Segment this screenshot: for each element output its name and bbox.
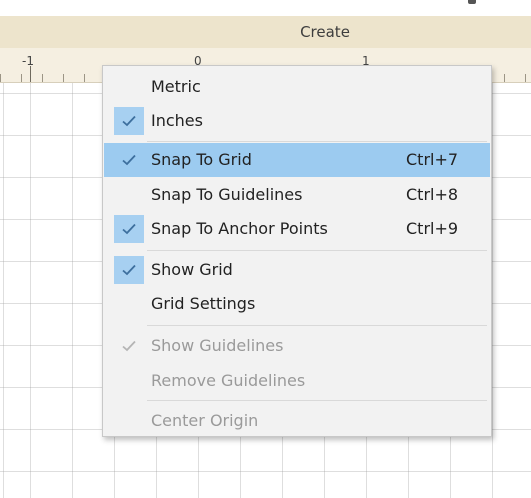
menu-item-inches[interactable]: Inches [104,104,490,138]
menu-item-label: Remove Guidelines [151,371,306,390]
menu-item-label: Show Grid [151,260,233,279]
checkmark-icon [114,215,144,243]
menu-item-show-grid[interactable]: Show Grid [104,253,490,287]
grid-context-menu: Metric Inches Snap To Grid Ctrl+7 Snap T… [102,65,492,437]
top-toolbar-strip [0,0,531,16]
menu-item-label: Metric [151,77,201,96]
checkmark-icon [114,107,144,135]
menu-item-snap-to-grid[interactable]: Snap To Grid Ctrl+7 [104,143,490,177]
menu-item-shortcut: Ctrl+8 [406,185,459,204]
checkmark-icon [114,143,144,177]
menu-item-grid-settings[interactable]: Grid Settings [104,287,490,321]
menu-item-snap-to-guidelines[interactable]: Snap To Guidelines Ctrl+8 [104,178,490,212]
checkmark-icon [114,256,144,284]
ruler-label-minus-one: -1 [22,54,34,68]
menu-item-label: Snap To Anchor Points [151,219,328,238]
menu-item-shortcut: Ctrl+9 [406,219,459,238]
menu-item-label: Snap To Guidelines [151,185,303,204]
menu-separator [147,250,487,251]
toolbar-icon [468,0,476,4]
menu-item-snap-to-anchor-points[interactable]: Snap To Anchor Points Ctrl+9 [104,212,490,246]
create-header: Create [0,16,531,49]
create-title: Create [300,23,350,41]
menu-separator [147,400,487,401]
menu-item-show-guidelines: Show Guidelines [104,329,490,363]
menu-item-center-origin: Center Origin [104,404,490,438]
menu-item-remove-guidelines: Remove Guidelines [104,364,490,398]
menu-item-label: Grid Settings [151,294,256,313]
menu-separator [147,141,487,142]
menu-item-label: Inches [151,111,203,130]
menu-item-label: Show Guidelines [151,336,284,355]
menu-item-shortcut: Ctrl+7 [406,150,459,169]
ruler-major-tick [30,66,31,82]
checkmark-icon [114,329,144,363]
menu-separator [147,325,487,326]
menu-item-metric[interactable]: Metric [104,70,490,104]
menu-item-label: Center Origin [151,411,259,430]
menu-item-label: Snap To Grid [151,150,252,169]
